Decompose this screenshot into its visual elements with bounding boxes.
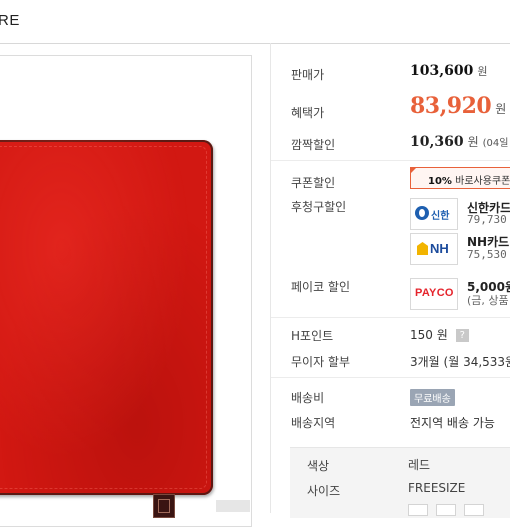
payco-discount-note: (금, 상품 (467, 294, 509, 307)
help-icon[interactable]: ? (455, 329, 469, 342)
card-discount-label: 후청구할인 (291, 200, 347, 214)
hpoint-unit: 원 (436, 328, 448, 342)
shinhan-card-logo: 신한 (410, 198, 458, 230)
benefit-price-label: 혜택가 (291, 106, 325, 120)
size-option-value[interactable]: FREESIZE (408, 481, 465, 495)
coupon-corner (410, 167, 417, 174)
product-image-frame[interactable] (0, 55, 252, 527)
payco-label: 페이코 할인 (291, 280, 351, 294)
flash-sale-value: 10,360 (410, 134, 464, 150)
separator (271, 160, 510, 161)
benefit-price-unit: 원 ( (495, 102, 510, 116)
color-option-value[interactable]: 레드 (408, 456, 430, 473)
separator (271, 317, 510, 318)
sale-price-unit: 원 (477, 65, 488, 78)
flash-sale-unit: 원 (467, 135, 479, 149)
top-bar: RE (0, 0, 510, 44)
benefit-price: 83,920원 ( (410, 93, 510, 119)
wallet-logo-emblem (153, 494, 175, 518)
coupon-button[interactable]: 10% 바로사용쿠폰 (410, 167, 510, 189)
hpoint: 150 원? (410, 326, 469, 343)
benefit-price-value: 83,920 (410, 93, 492, 119)
shinhan-card-price: 79,730 (467, 213, 507, 226)
flash-sale-label: 깜짝할인 (291, 138, 336, 152)
shipping-area-value: 전지역 배송 가능 (410, 416, 495, 430)
hpoint-value: 150 (410, 328, 433, 342)
shinhan-icon (415, 206, 429, 220)
brand-title[interactable]: RE (0, 12, 20, 29)
color-option-label: 색상 (307, 459, 330, 473)
quantity-decrease-button[interactable] (408, 504, 428, 516)
column-divider (270, 43, 271, 513)
sale-price-value: 103,600 (410, 63, 474, 79)
payco-logo-text: PAYCO (415, 287, 454, 299)
flash-sale-note: (04일 0 (482, 138, 510, 149)
coupon-text: 10% 바로사용쿠폰 (428, 172, 510, 187)
free-shipping-badge: 무료배송 (410, 389, 455, 406)
nh-card-logo: NH (410, 233, 458, 265)
wallet-stitching (0, 146, 207, 489)
flash-sale: 10,360원(04일 0 (410, 133, 510, 150)
shipping-area-label: 배송지역 (291, 416, 336, 430)
coupon-percent: 10% (428, 176, 452, 187)
quantity-increase-button[interactable] (464, 504, 484, 516)
installment-label: 무이자 할부 (291, 355, 351, 369)
coupon-label: 쿠폰할인 (291, 176, 336, 190)
sale-price-label: 판매가 (291, 68, 325, 82)
nh-logo-text: NH (430, 241, 449, 256)
separator (271, 377, 510, 378)
shipping-fee-label: 배송비 (291, 391, 325, 405)
product-image-wallet (0, 140, 213, 518)
nh-card-price: 75,530 (467, 248, 507, 261)
payco-logo: PAYCO (410, 278, 458, 310)
size-option-label: 사이즈 (307, 484, 341, 498)
installment-value[interactable]: 3개월 (월 34,533원 (410, 353, 510, 370)
quantity-input[interactable] (436, 504, 456, 516)
nh-icon (417, 242, 428, 255)
coupon-desc: 바로사용쿠폰 (455, 176, 510, 187)
sale-price: 103,600 원 (410, 63, 487, 79)
shinhan-logo-text: 신한 (431, 211, 450, 222)
hpoint-label: H포인트 (291, 329, 334, 343)
image-nav-handle[interactable] (216, 500, 250, 512)
